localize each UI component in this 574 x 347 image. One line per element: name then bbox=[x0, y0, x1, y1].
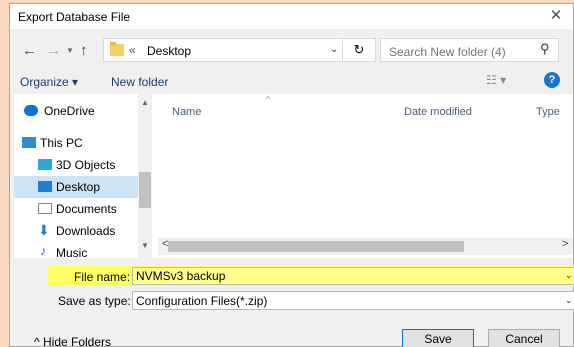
organize-button[interactable]: Organize ▾ bbox=[20, 75, 78, 89]
filename-field[interactable] bbox=[132, 267, 574, 285]
search-input[interactable] bbox=[380, 38, 559, 62]
title-bar: Export Database File ✕ bbox=[10, 4, 573, 29]
scroll-up-icon[interactable]: ▲ bbox=[141, 98, 149, 107]
navigation-pane: OneDrive This PC 3D Objects Desktop Docu… bbox=[14, 94, 156, 258]
forward-arrow-icon[interactable]: → bbox=[46, 42, 61, 59]
scroll-down-icon[interactable]: ▼ bbox=[141, 241, 149, 250]
music-icon: ♪ bbox=[40, 243, 47, 258]
file-list[interactable]: Name ^ Date modified Type bbox=[156, 94, 573, 258]
hide-folders-label: Hide Folders bbox=[42, 335, 112, 347]
sidebar-item-onedrive[interactable]: OneDrive bbox=[14, 100, 140, 122]
column-header-name[interactable]: Name bbox=[172, 106, 201, 118]
sidebar-item-desktop[interactable]: Desktop bbox=[14, 176, 140, 198]
cloud-icon bbox=[24, 105, 38, 116]
chevron-down-icon[interactable]: ⌄ bbox=[330, 44, 338, 55]
sidebar-item-music[interactable]: ♪ Music bbox=[14, 242, 140, 258]
close-button[interactable]: ✕ bbox=[539, 4, 573, 29]
download-icon: ⬇ bbox=[38, 222, 50, 238]
save-as-type-label: Save as type: bbox=[58, 294, 131, 308]
desktop-icon bbox=[38, 181, 52, 192]
scroll-left-icon[interactable]: < bbox=[162, 238, 168, 250]
sidebar-item-downloads[interactable]: ⬇ Downloads bbox=[14, 220, 140, 242]
computer-icon bbox=[22, 137, 36, 148]
refresh-icon[interactable]: ↻ bbox=[342, 38, 376, 62]
column-header-date-modified[interactable]: Date modified bbox=[404, 106, 472, 118]
file-list-scrollbar-thumb[interactable] bbox=[168, 241, 464, 252]
save-button[interactable]: Save bbox=[402, 329, 474, 347]
chevron-down-icon[interactable]: ⌄ bbox=[565, 295, 573, 306]
window-title: Export Database File bbox=[18, 10, 131, 24]
recent-locations-chevron-icon[interactable]: ▼ bbox=[66, 46, 74, 55]
cube-icon bbox=[38, 159, 52, 170]
scroll-right-icon[interactable]: > bbox=[562, 238, 568, 250]
chevron-up-icon: ^ bbox=[34, 335, 40, 347]
back-arrow-icon[interactable]: ← bbox=[22, 42, 37, 59]
chevron-down-icon[interactable]: ⌄ bbox=[565, 270, 573, 281]
save-as-type-select[interactable]: Configuration Files(*.zip) bbox=[132, 291, 574, 310]
breadcrumb-overflow-icon[interactable]: « bbox=[129, 43, 136, 57]
document-icon bbox=[38, 203, 52, 214]
hide-folders-button[interactable]: ^ Hide Folders bbox=[34, 335, 111, 347]
search-icon[interactable]: ⚲ bbox=[540, 41, 550, 57]
sidebar-item-this-pc[interactable]: This PC bbox=[14, 132, 140, 154]
new-folder-button[interactable]: New folder bbox=[111, 75, 168, 89]
up-arrow-icon[interactable]: ↑ bbox=[80, 42, 88, 59]
sort-indicator-icon: ^ bbox=[266, 94, 271, 104]
cancel-button[interactable]: Cancel bbox=[488, 329, 560, 347]
breadcrumb-desktop[interactable]: Desktop bbox=[147, 44, 191, 58]
export-dialog: Export Database File ✕ ← → ▼ ↑ « Desktop… bbox=[9, 3, 574, 347]
sidebar-item-3d-objects[interactable]: 3D Objects bbox=[14, 154, 140, 176]
save-as-type-value: Configuration Files(*.zip) bbox=[136, 294, 268, 308]
view-options-icon[interactable]: ☷ ▾ bbox=[486, 73, 506, 87]
navigation-scrollbar-thumb[interactable] bbox=[139, 172, 151, 208]
help-icon[interactable]: ? bbox=[544, 72, 560, 88]
sidebar-item-documents[interactable]: Documents bbox=[14, 198, 140, 220]
filename-label: File name: bbox=[74, 270, 131, 284]
column-header-type[interactable]: Type bbox=[536, 106, 560, 118]
folder-icon bbox=[110, 42, 124, 56]
address-bar[interactable]: « Desktop ⌄ bbox=[103, 38, 365, 62]
